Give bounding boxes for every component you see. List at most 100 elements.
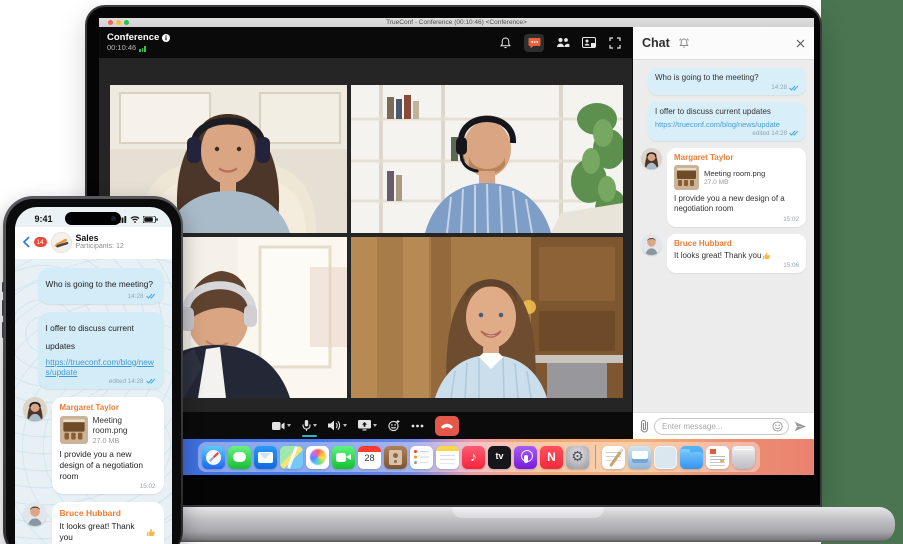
folder-dock-icon[interactable] [680,446,703,469]
news-dock-icon[interactable] [540,446,563,469]
attach-file-icon[interactable] [640,419,649,433]
speaker-button[interactable] [328,420,347,431]
chat-message-incoming: Margaret Taylor Meeting room.png 27.0 [641,148,806,227]
macbook-lid-notch [452,507,604,518]
chat-header: Chat [633,27,814,60]
trash-dock-icon[interactable] [732,446,755,469]
avatar-margaret [23,397,47,421]
thumbs-up-icon [146,527,156,537]
dynamic-island [65,212,121,225]
group-chat-avatar[interactable] [51,232,72,253]
chat-message-outgoing: Who is going to the meeting? 14:28 [648,68,806,95]
sender-name: Margaret Taylor [60,403,156,412]
desktop-wallpaper: 28 [99,439,814,475]
file-size: 27.0 MB [704,179,765,186]
contacts-dock-icon[interactable] [384,446,407,469]
fullscreen-icon[interactable] [608,36,622,50]
podcasts-dock-icon[interactable] [514,446,537,469]
read-checkmarks-icon [146,378,156,384]
chat-message-list: Who is going to the meeting? 14:28 I off… [633,60,814,412]
microphone-button[interactable] [302,420,317,432]
calendar-dock-icon[interactable]: 28 [358,446,381,469]
screen-share-button[interactable] [358,420,377,431]
notes-dock-icon[interactable] [436,446,459,469]
dock: 28 [198,442,760,472]
chat-message-incoming: Margaret Taylor Meeting room.png 27.0 MB [23,397,164,495]
emoji-icon[interactable] [772,421,783,432]
participants-icon[interactable] [556,36,570,50]
iphone-volume-down-button [2,322,5,338]
chat-message-outgoing: Who is going to the meeting? 14:28 [38,268,164,304]
reactions-button[interactable] [388,420,400,432]
dock-divider [595,445,596,469]
chat-message-link[interactable]: https://trueconf.com/blog/news/update [655,120,799,129]
file-attachment[interactable]: Meeting room.png 27.0 MB [674,165,799,190]
participant-video-man-headset[interactable] [351,85,623,233]
chat-message-outgoing: I offer to discuss current updates https… [648,102,806,140]
read-checkmarks-icon [789,130,799,136]
chat-input-bar [633,412,814,439]
chat-message-incoming: Bruce Hubbard It looks great! Thank you … [23,502,164,544]
mic-level-indicator [302,435,317,437]
unread-count-badge: 14 [34,237,47,247]
avatar-bruce [23,502,47,526]
more-options-button[interactable] [411,424,424,428]
chat-title: Chat [642,36,670,50]
preview-dock-icon[interactable] [628,446,651,469]
scene: TrueConf - Conference (00:10:46) <Confer… [0,0,903,544]
iphone-chat-body: Who is going to the meeting? 14:28 I off… [15,259,172,544]
safari-dock-icon[interactable] [202,446,225,469]
send-message-icon[interactable] [794,421,807,432]
chat-panel: Chat Who is going to the mee [632,27,814,439]
mail-dock-icon[interactable] [254,446,277,469]
sender-name: Margaret Taylor [674,153,799,162]
thumbs-up-icon [762,251,771,260]
file-name: Meeting room.png [93,415,156,435]
photos-dock-icon[interactable] [306,446,329,469]
facetime-dock-icon[interactable] [332,446,355,469]
participant-video-woman-kitchen[interactable] [351,237,623,398]
attachment-thumbnail [60,416,88,444]
appletv-dock-icon[interactable] [488,446,511,469]
music-dock-icon[interactable] [462,446,485,469]
chat-message-outgoing: I offer to discuss current updates https… [38,312,164,389]
chat-close-icon[interactable] [796,39,805,48]
message-input[interactable] [662,422,772,431]
conference-timer: 00:10:46 [107,44,136,52]
read-checkmarks-icon [789,85,799,91]
macbook-base [162,507,895,542]
status-time: 9:41 [35,214,53,224]
chat-message-link[interactable]: https://trueconf.com/blog/news/update [46,357,156,377]
conference-name: Conference [107,33,159,43]
end-call-button[interactable] [435,416,459,436]
reminders-dock-icon[interactable] [410,446,433,469]
avatar-margaret [641,148,662,169]
textedit-dock-icon[interactable] [602,446,625,469]
info-icon[interactable] [162,34,170,42]
wifi-icon [130,210,140,228]
read-checkmarks-icon [146,293,156,299]
chat-message-incoming: Bruce Hubbard It looks great! Thank you … [641,234,806,273]
camera-button[interactable] [272,421,291,431]
chat-notifications-icon[interactable] [678,37,690,49]
settings-dock-icon[interactable] [566,446,589,469]
battery-icon [143,210,158,228]
back-chevron-icon[interactable] [23,236,30,248]
document-dock-icon[interactable] [706,446,729,469]
chat-subtitle: Participants: 12 [76,243,124,251]
file-name: Meeting room.png [704,169,765,178]
file-attachment[interactable]: Meeting room.png 27.0 MB [60,415,156,445]
chat-toggle-button[interactable] [524,34,544,52]
messages-dock-icon[interactable] [228,446,251,469]
iphone-frame: 9:41 14 [3,196,183,544]
iphone-status-bar: 9:41 [15,207,172,227]
connection-quality-icon [139,46,146,52]
macbook-screen: TrueConf - Conference (00:10:46) <Confer… [99,18,814,480]
chat-title: Sales [76,233,124,243]
window-title: TrueConf - Conference (00:10:46) <Confer… [99,18,814,27]
maps-dock-icon[interactable] [280,446,303,469]
notifications-bell-icon[interactable] [498,36,512,50]
macbook-bezel: TrueConf - Conference (00:10:46) <Confer… [85,5,822,507]
stickies-dock-icon[interactable] [654,446,677,469]
video-layout-icon[interactable] [582,36,596,50]
